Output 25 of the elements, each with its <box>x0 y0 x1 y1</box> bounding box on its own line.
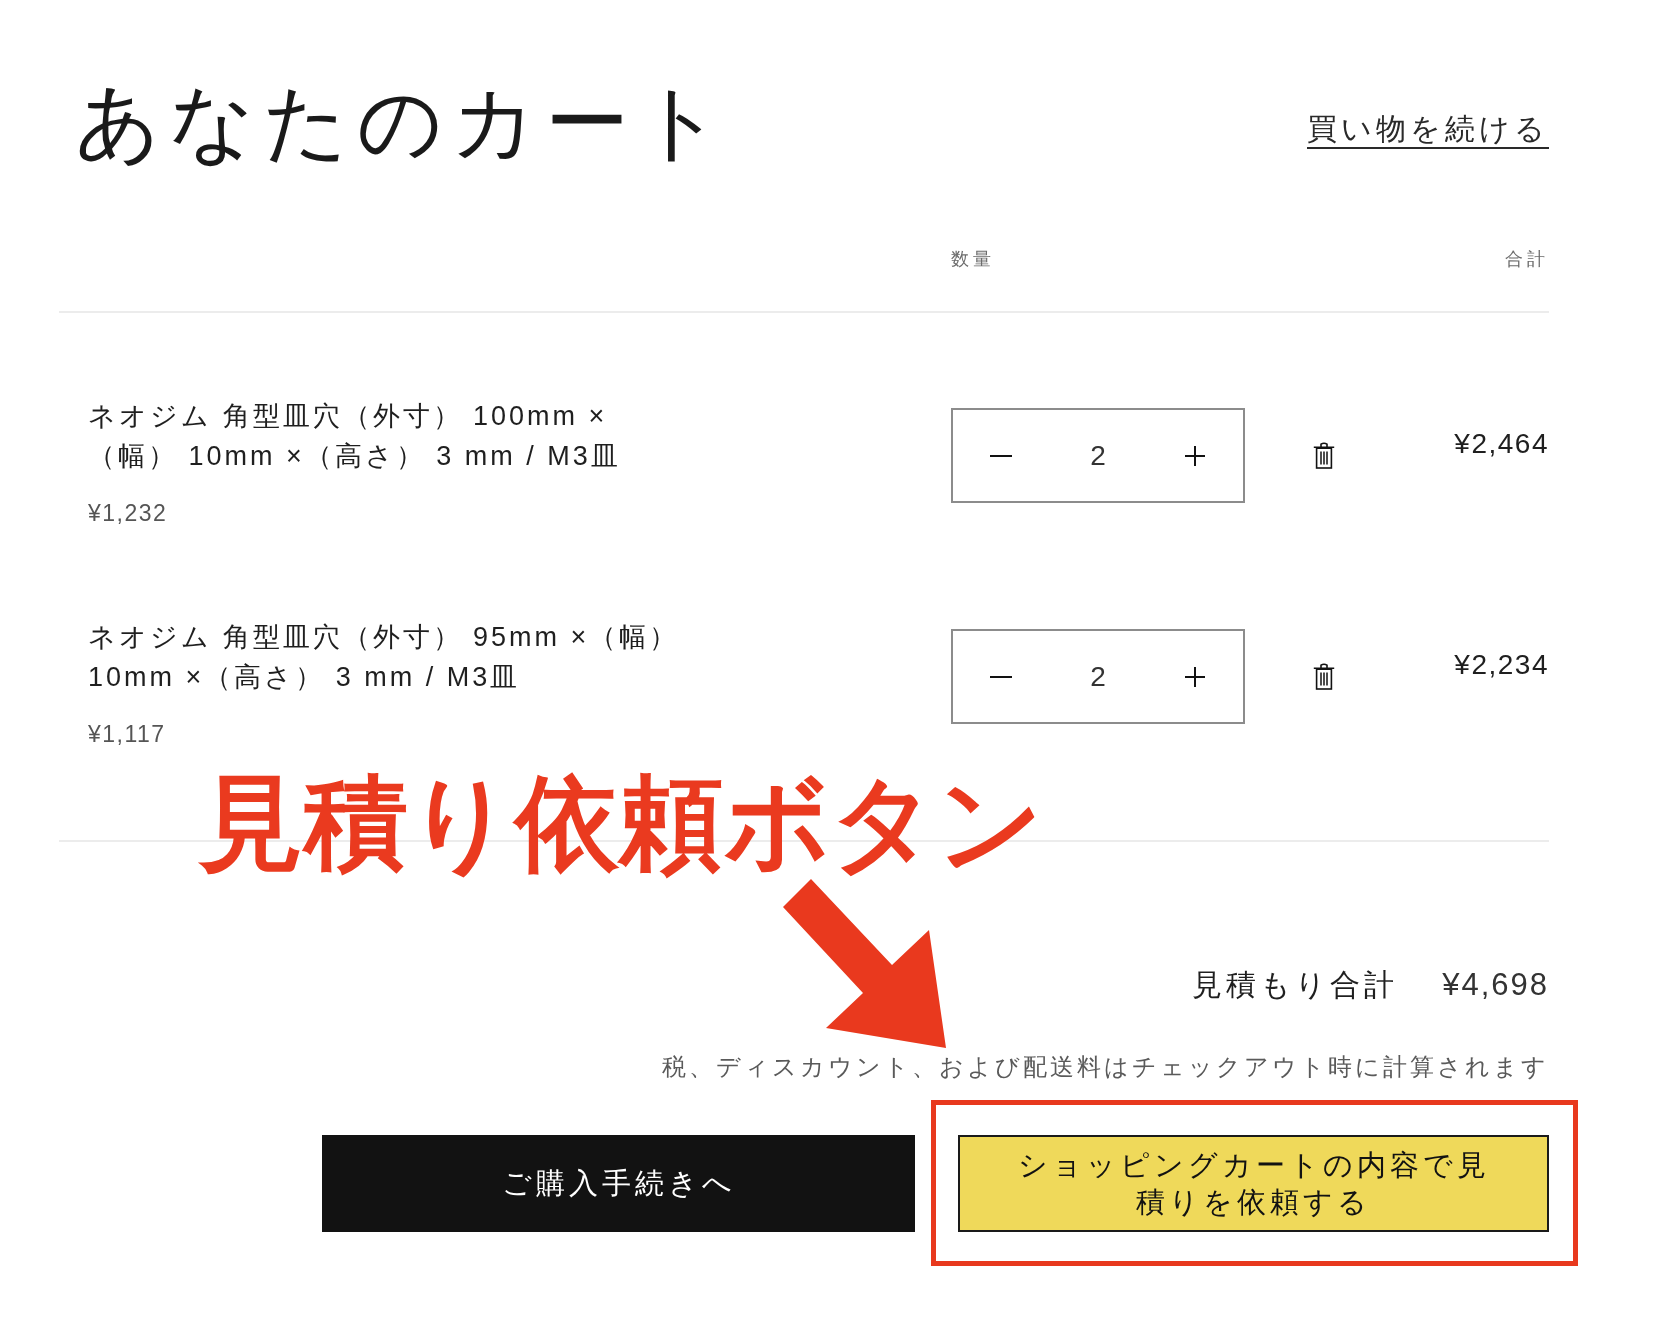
page-title: あなたのカート <box>75 74 731 171</box>
trash-icon[interactable] <box>1313 442 1335 469</box>
estimate-total-label: 見積もり合計 <box>1192 967 1399 1003</box>
request-quote-button[interactable]: ショッピングカートの内容で見積りを依頼する <box>958 1135 1549 1232</box>
minus-icon[interactable] <box>990 675 1013 678</box>
trash-icon[interactable] <box>1313 663 1335 690</box>
estimate-total-value: ¥4,698 <box>1442 966 1549 1004</box>
column-header: 数量 <box>951 248 995 271</box>
column-header: 合計 <box>1505 248 1549 271</box>
continue-shopping-link[interactable]: 買い物を続ける <box>1307 108 1549 149</box>
minus-icon[interactable] <box>990 454 1013 457</box>
product-name: ネオジム 角型皿穴（外寸） 95mm ×（幅） 10mm ×（高さ） 3 mm / M3皿 <box>88 621 681 694</box>
quantity-stepper[interactable]: 2 <box>951 629 1245 724</box>
line-total: ¥2,464 <box>1454 427 1549 461</box>
checkout-button[interactable]: ご購入手続きへ <box>322 1135 915 1232</box>
unit-price: ¥1,232 <box>88 499 168 528</box>
plus-icon[interactable] <box>1184 445 1205 466</box>
tax-shipping-note: 税、ディスカウント、および配送料はチェックアウト時に計算されます <box>662 1052 1549 1082</box>
product-name: ネオジム 角型皿穴（外寸） 100mm ×（幅） 10mm ×（高さ） 3 mm / M3皿 <box>88 400 622 473</box>
quantity-input[interactable]: 2 <box>1078 437 1118 474</box>
line-total: ¥2,234 <box>1454 648 1549 682</box>
unit-price: ¥1,117 <box>88 720 166 749</box>
quantity-stepper[interactable]: 2 <box>951 408 1245 503</box>
quantity-input[interactable]: 2 <box>1078 658 1118 695</box>
plus-icon[interactable] <box>1184 666 1205 687</box>
